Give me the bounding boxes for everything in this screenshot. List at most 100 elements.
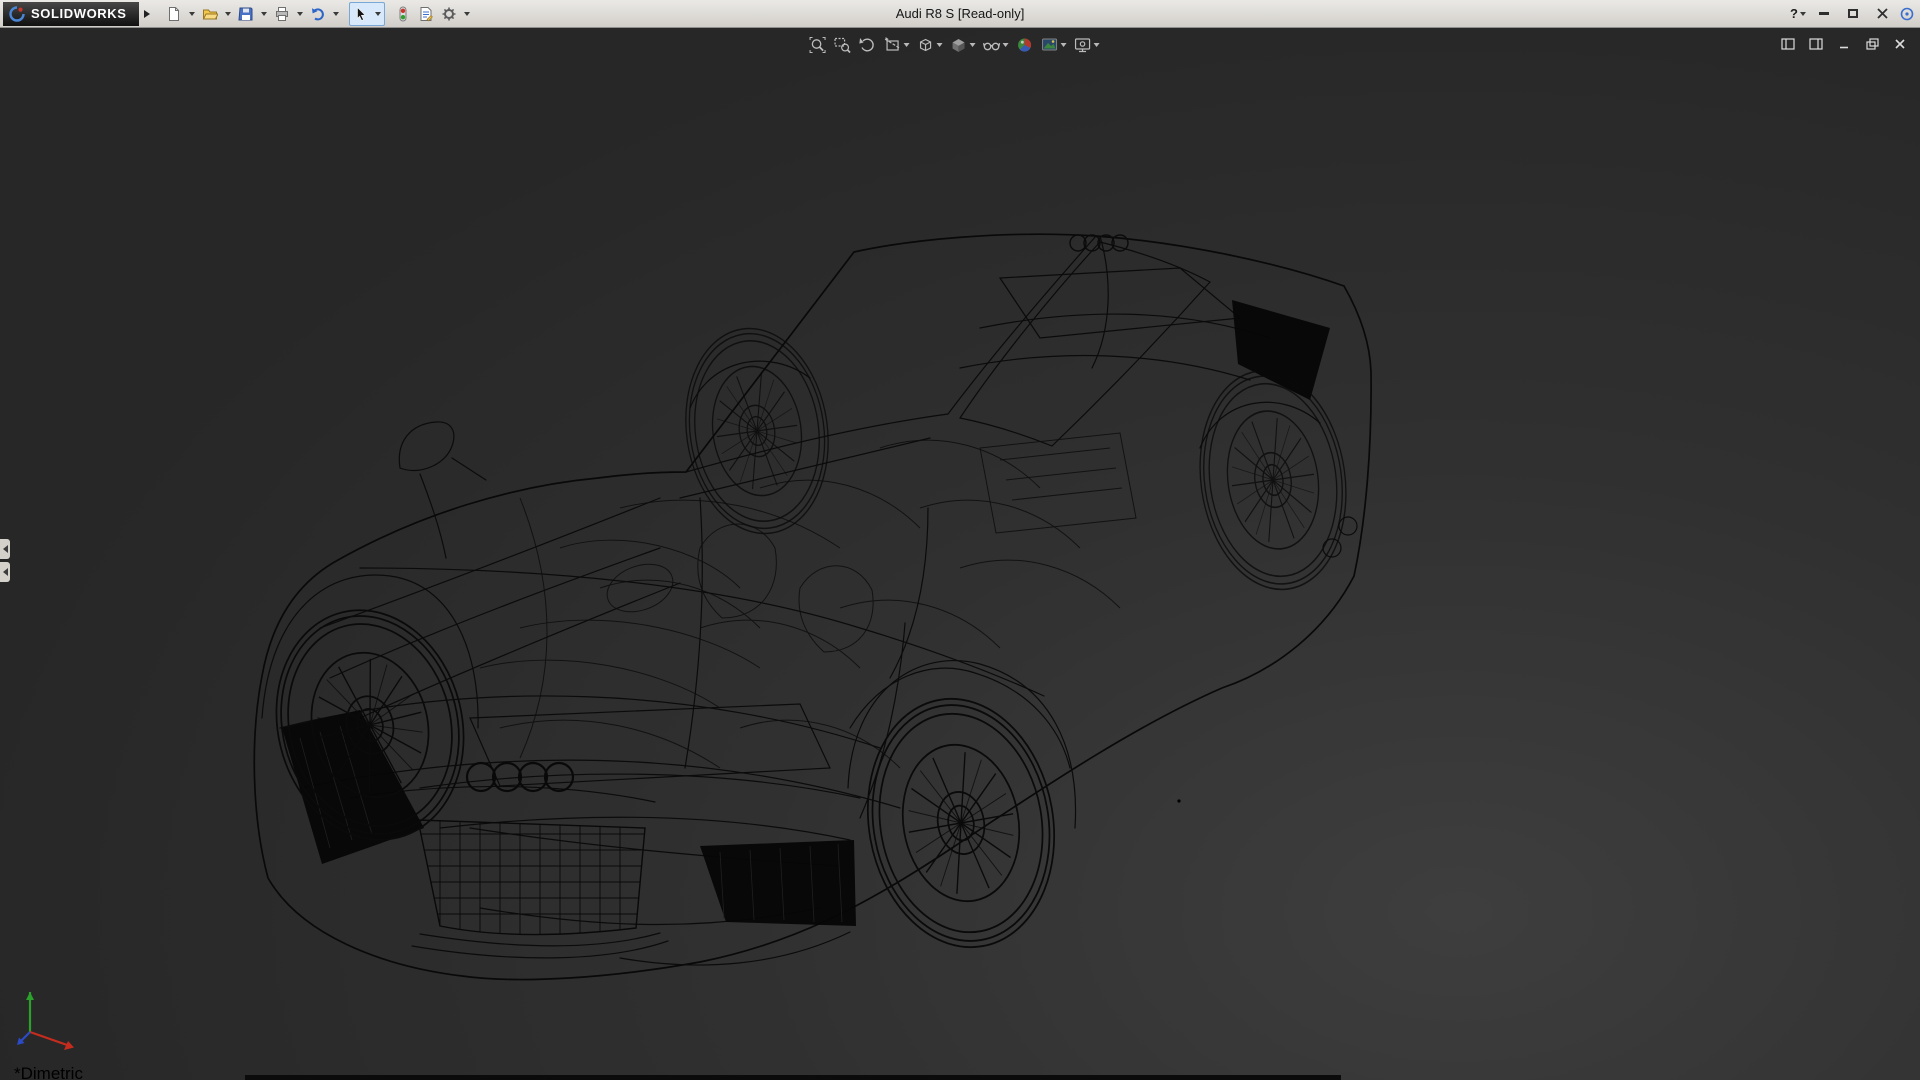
edit-appearance-ball-icon: [1016, 36, 1034, 54]
model-wireframe-audi-r8[interactable]: [0, 28, 1920, 1080]
save-dropdown[interactable]: [258, 3, 270, 25]
select-tool-group: [349, 2, 385, 26]
print-icon: [274, 6, 290, 22]
select-tool-dropdown[interactable]: [372, 3, 384, 25]
chevron-left-icon: [3, 545, 8, 553]
doc-close-button[interactable]: [1890, 36, 1910, 52]
solidworks-logo: SOLIDWORKS: [3, 2, 139, 26]
doc-pane-window-button-1[interactable]: [1778, 36, 1798, 52]
new-document-button[interactable]: [163, 3, 185, 25]
print-button[interactable]: [271, 3, 293, 25]
hide-show-items-button[interactable]: [980, 33, 1012, 57]
display-style-button[interactable]: [914, 33, 946, 57]
menu-expand-arrow[interactable]: [139, 3, 155, 25]
caret-down-icon: [464, 12, 470, 16]
open-dropdown[interactable]: [222, 3, 234, 25]
select-tool-button[interactable]: [350, 3, 372, 25]
car-grille: [418, 814, 648, 936]
caret-down-icon: [937, 43, 943, 47]
view-settings-button[interactable]: [1071, 33, 1103, 57]
collapsed-panel-tabs: [0, 539, 10, 582]
title-bar-controls: ?: [1790, 5, 1920, 23]
title-bar: SOLIDWORKS: [0, 0, 1920, 28]
ds-compass-icon: [1900, 7, 1914, 21]
file-properties-button[interactable]: [415, 3, 437, 25]
close-icon: [1894, 38, 1906, 50]
previous-view-button[interactable]: [856, 33, 880, 57]
caret-down-icon: [1061, 43, 1067, 47]
chevron-left-icon: [3, 568, 8, 576]
document-window-controls: [1778, 36, 1910, 52]
view-settings-icon: [1074, 36, 1092, 54]
rebuild-button[interactable]: [392, 3, 414, 25]
minimize-icon: [1838, 38, 1850, 50]
maximize-button[interactable]: [1842, 5, 1864, 23]
zoom-to-area-button[interactable]: [831, 33, 855, 57]
caret-down-icon: [1800, 12, 1806, 16]
view-orientation-button[interactable]: [947, 33, 979, 57]
expand-panel-tab-2[interactable]: [0, 562, 10, 582]
heads-up-view-toolbar: [806, 33, 1103, 57]
expand-panel-tab-1[interactable]: [0, 539, 10, 559]
solidworks-window: SOLIDWORKS: [0, 0, 1920, 1080]
ds-swirl-icon: [9, 6, 25, 22]
pane-window-icon: [1809, 38, 1823, 50]
caret-down-icon: [904, 43, 910, 47]
caret-down-icon: [1094, 43, 1100, 47]
open-folder-icon: [202, 6, 218, 22]
display-style-icon: [917, 36, 935, 54]
taskbar-edge[interactable]: [245, 1075, 1341, 1080]
undo-button[interactable]: [307, 3, 329, 25]
quick-access-toolbar: [163, 2, 473, 26]
doc-pane-window-button-2[interactable]: [1806, 36, 1826, 52]
options-button[interactable]: [438, 3, 460, 25]
new-document-icon: [166, 6, 182, 22]
save-floppy-icon: [238, 6, 254, 22]
caret-down-icon: [1003, 43, 1009, 47]
print-dropdown[interactable]: [294, 3, 306, 25]
close-icon: [1877, 8, 1888, 19]
help-button[interactable]: ?: [1790, 6, 1806, 21]
options-dropdown[interactable]: [461, 3, 473, 25]
undo-dropdown[interactable]: [330, 3, 342, 25]
caret-down-icon: [375, 12, 381, 16]
caret-down-icon: [970, 43, 976, 47]
edit-appearance-button[interactable]: [1013, 33, 1037, 57]
doc-restore-button[interactable]: [1862, 36, 1882, 52]
caret-down-icon: [297, 12, 303, 16]
open-button[interactable]: [199, 3, 221, 25]
doc-minimize-button[interactable]: [1834, 36, 1854, 52]
minimize-button[interactable]: [1813, 5, 1835, 23]
graphics-area[interactable]: *Dimetric: [0, 28, 1920, 1080]
section-view-button[interactable]: [881, 33, 913, 57]
apply-scene-button[interactable]: [1038, 33, 1070, 57]
save-button[interactable]: [235, 3, 257, 25]
caret-down-icon: [225, 12, 231, 16]
car-interior-clutter: [480, 433, 1136, 768]
rebuild-traffic-light-icon: [395, 6, 411, 22]
restore-icon: [1866, 38, 1879, 50]
previous-view-icon: [859, 36, 877, 54]
file-properties-icon: [418, 6, 434, 22]
brand-text: SOLIDWORKS: [31, 6, 127, 21]
apply-scene-icon: [1041, 36, 1059, 54]
zoom-to-area-icon: [834, 36, 852, 54]
view-orientation-cube-icon: [950, 36, 968, 54]
window-title: Audi R8 S [Read-only]: [896, 6, 1025, 21]
pane-window-icon: [1781, 38, 1795, 50]
close-button[interactable]: [1871, 5, 1893, 23]
select-cursor-icon: [353, 6, 369, 22]
caret-down-icon: [333, 12, 339, 16]
zoom-to-fit-button[interactable]: [806, 33, 830, 57]
new-document-dropdown[interactable]: [186, 3, 198, 25]
view-orientation-label: *Dimetric: [14, 1064, 83, 1080]
caret-down-icon: [189, 12, 195, 16]
expand-right-icon: [144, 10, 150, 18]
maximize-icon: [1848, 9, 1858, 18]
undo-arrow-icon: [310, 6, 326, 22]
help-question-icon: ?: [1790, 6, 1798, 21]
options-gear-icon: [441, 6, 457, 22]
orientation-triad: [14, 980, 98, 1060]
hide-show-glasses-icon: [983, 36, 1001, 54]
zoom-to-fit-icon: [809, 36, 827, 54]
